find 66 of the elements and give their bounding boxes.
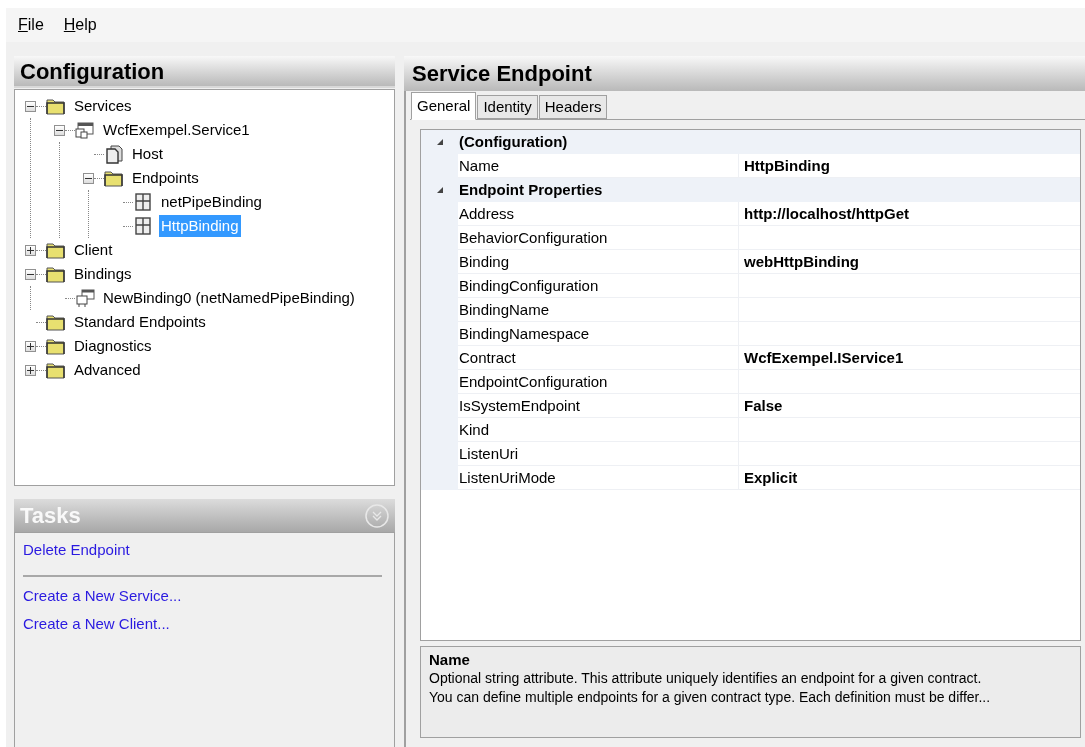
tab[interactable]: Identity [477,95,538,119]
property-name: Name [458,154,739,178]
property-value[interactable]: False [739,394,1080,418]
folder-icon [46,264,66,284]
collapse-toggle[interactable] [54,124,65,136]
window-icon [75,120,95,140]
property-value[interactable]: Explicit [739,466,1080,490]
task-link[interactable]: Create a New Client... [23,613,386,641]
property-name: BindingConfiguration [458,274,739,298]
collapse-toggle[interactable] [25,100,36,112]
property-name: Kind [458,418,739,442]
documents-icon [104,144,124,164]
tree-item[interactable]: Standard Endpoints [72,310,208,334]
menu-item[interactable]: File [14,13,48,37]
panel-header: Service Endpoint [404,56,1085,91]
tree-item[interactable]: NewBinding0 (netNamedPipeBinding) [101,286,357,310]
tree-item[interactable]: Advanced [72,358,143,382]
tree-item[interactable]: Endpoints [130,166,201,190]
expand-toggle[interactable] [25,364,36,376]
tasks-title: Tasks [20,502,81,530]
tree-item[interactable]: WcfExempel.Service1 [101,118,252,142]
binding-icon [75,288,95,308]
property-name: BindingName [458,298,739,322]
tree-item[interactable]: netPipeBinding [159,190,264,214]
collapse-toggle[interactable] [83,172,94,184]
grid-icon [133,192,153,212]
grid-icon [133,216,153,236]
property-name: BehaviorConfiguration [458,226,739,250]
collapse-triangle-icon[interactable] [436,138,444,146]
tab[interactable]: General [411,92,477,120]
property-name: Binding [458,250,739,274]
property-name: BindingNamespace [458,322,739,346]
description-text: Optional string attribute. This attribute uniquely identifies an endpoint for a given contract. You can define multiple endpoints for a given contract type. Each definition must be differ... [429,669,992,707]
folder-icon [46,360,66,380]
folder-icon [46,336,66,356]
tree-item[interactable]: Diagnostics [72,334,154,358]
folder-icon [46,312,66,332]
collapse-triangle-icon[interactable] [436,186,444,194]
property-name: ListenUri [458,442,739,466]
task-link[interactable]: Delete Endpoint [23,539,386,567]
expand-toggle[interactable] [25,244,36,256]
property-name: IsSystemEndpoint [458,394,739,418]
folder-icon [46,240,66,260]
collapse-toggle[interactable] [25,268,36,280]
tree-item[interactable]: Host [130,142,165,166]
tree-item[interactable]: Client [72,238,115,262]
property-value[interactable]: http://localhost/httpGet [739,202,1080,226]
property-name: ListenUriMode [458,466,739,490]
description-title: Name [429,650,471,669]
tree-item[interactable]: Bindings [72,262,134,286]
folder-icon [104,168,124,188]
panel-header: Configuration [14,56,395,88]
tab[interactable]: Headers [538,95,608,119]
property-name: Address [458,202,739,226]
category-header: Endpoint Properties [459,179,603,200]
property-value[interactable]: HttpBinding [739,154,1080,178]
category-header: (Configuration) [459,131,568,152]
folder-icon [46,96,66,116]
property-name: EndpointConfiguration [458,370,739,394]
task-link[interactable]: Create a New Service... [23,585,386,613]
tree-item[interactable]: Services [72,94,134,118]
property-name: Contract [458,346,739,370]
property-value[interactable]: webHttpBinding [739,250,1080,274]
menu-item[interactable]: Help [59,13,101,37]
expand-toggle[interactable] [25,340,36,352]
property-value[interactable]: WcfExempel.IService1 [739,346,1080,370]
